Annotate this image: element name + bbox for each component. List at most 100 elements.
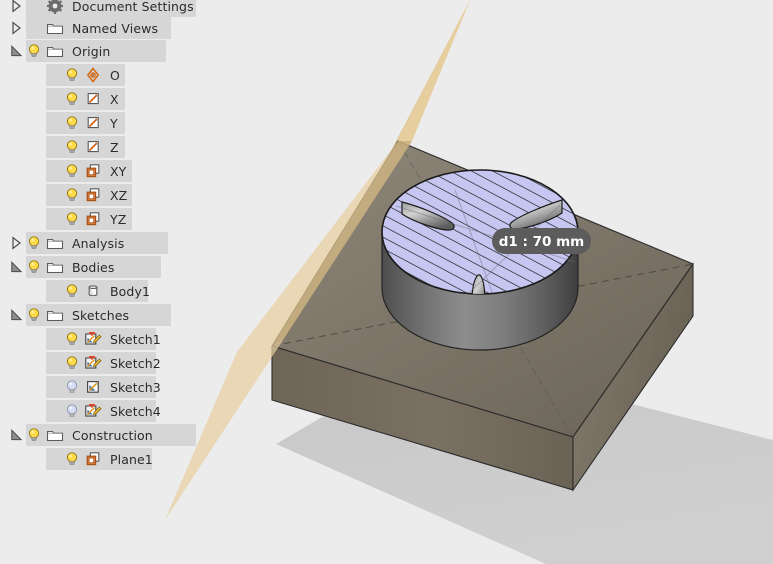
chevron-right-icon[interactable] (8, 232, 24, 254)
tree-item-document-settings[interactable]: Document Settings (0, 0, 204, 17)
sketch-edit-icon (82, 352, 104, 374)
tree-item-label: Body1 (110, 283, 151, 299)
lightbulb-on-icon[interactable] (62, 208, 82, 230)
folder-icon (44, 232, 66, 254)
folder-icon (44, 40, 66, 62)
tree-item-bodies[interactable]: Bodies (0, 256, 161, 278)
lightbulb-on-icon[interactable] (24, 424, 44, 446)
chevron-right-icon[interactable] (8, 0, 24, 17)
tree-item-label: Sketch1 (110, 331, 161, 347)
sketch-icon (82, 376, 104, 398)
dimension-tooltip-label: d1 : 70 mm (499, 234, 584, 250)
tree-item-label: X (110, 91, 119, 107)
sketch-edit-icon (82, 400, 104, 422)
tree-item-o[interactable]: O (0, 64, 130, 86)
browser-tree-panel[interactable]: Document Settings Named Views Origin O X Y Z XY… (0, 0, 205, 564)
tree-item-sketch3[interactable]: Sketch3 (0, 376, 171, 398)
tree-item-label: Bodies (72, 259, 115, 275)
folder-icon (44, 304, 66, 326)
tree-item-label: Sketch4 (110, 403, 161, 419)
lightbulb-on-icon[interactable] (24, 304, 44, 326)
tree-item-label: Named Views (72, 20, 159, 36)
plane-icon (82, 208, 104, 230)
plane-icon (82, 448, 104, 470)
tree-item-label: O (110, 67, 120, 83)
tree-item-construction[interactable]: Construction (0, 424, 196, 446)
axis-icon (82, 88, 104, 110)
cad-application-window: d1 : 70 mm Document Settings Named Views O… (0, 0, 773, 564)
lightbulb-on-icon[interactable] (24, 40, 44, 62)
tree-item-label: YZ (110, 211, 127, 227)
tree-item-y[interactable]: Y (0, 112, 128, 134)
origin-point-icon (82, 64, 104, 86)
axis-icon (82, 136, 104, 158)
plane-icon (82, 184, 104, 206)
lightbulb-off-icon[interactable] (62, 400, 82, 422)
chevron-down-icon[interactable] (8, 424, 24, 446)
folder-icon (44, 424, 66, 446)
gear-icon (44, 0, 66, 17)
tree-item-label: Sketch3 (110, 379, 161, 395)
body-icon (82, 280, 104, 302)
lightbulb-on-icon[interactable] (24, 232, 44, 254)
tree-item-sketch1[interactable]: Sketch1 (0, 328, 171, 350)
tree-item-xy[interactable]: XY (0, 160, 136, 182)
sketch-edit-icon (82, 328, 104, 350)
lightbulb-on-icon[interactable] (24, 256, 44, 278)
lightbulb-on-icon[interactable] (62, 328, 82, 350)
tree-item-sketch2[interactable]: Sketch2 (0, 352, 171, 374)
lightbulb-on-icon[interactable] (62, 136, 82, 158)
lightbulb-on-icon[interactable] (62, 184, 82, 206)
chevron-right-icon[interactable] (8, 17, 24, 39)
tree-item-label: Construction (72, 427, 153, 443)
tree-item-label: Y (110, 115, 118, 131)
tree-item-origin[interactable]: Origin (0, 40, 166, 62)
folder-icon (44, 256, 66, 278)
tree-item-z[interactable]: Z (0, 136, 129, 158)
chevron-down-icon[interactable] (8, 40, 24, 62)
lightbulb-off-icon[interactable] (62, 376, 82, 398)
dimension-tooltip[interactable]: d1 : 70 mm (492, 228, 591, 254)
tree-item-label: XZ (110, 187, 128, 203)
tree-item-label: Analysis (72, 235, 125, 251)
tree-item-sketch4[interactable]: Sketch4 (0, 400, 171, 422)
tree-item-label: Z (110, 139, 119, 155)
lightbulb-on-icon[interactable] (62, 448, 82, 470)
tree-item-yz[interactable]: YZ (0, 208, 136, 230)
tree-item-label: XY (110, 163, 127, 179)
lightbulb-on-icon[interactable] (62, 112, 82, 134)
tree-item-label: Sketches (72, 307, 130, 323)
tree-item-named-views[interactable]: Named Views (0, 17, 171, 39)
tree-item-sketches[interactable]: Sketches (0, 304, 171, 326)
lightbulb-on-icon[interactable] (62, 88, 82, 110)
plane-icon (82, 160, 104, 182)
lightbulb-on-icon[interactable] (62, 160, 82, 182)
lightbulb-on-icon[interactable] (62, 280, 82, 302)
tree-item-x[interactable]: X (0, 88, 129, 110)
tree-item-xz[interactable]: XZ (0, 184, 137, 206)
chevron-down-icon[interactable] (8, 256, 24, 278)
tree-item-label: Origin (72, 43, 111, 59)
folder-icon (44, 17, 66, 39)
tree-item-label: Plane1 (110, 451, 153, 467)
tree-item-plane1[interactable]: Plane1 (0, 448, 163, 470)
lightbulb-on-icon[interactable] (62, 352, 82, 374)
lightbulb-on-icon[interactable] (62, 64, 82, 86)
tree-item-analysis[interactable]: Analysis (0, 232, 168, 254)
tree-item-label: Document Settings (72, 0, 194, 14)
tree-item-body1[interactable]: Body1 (0, 280, 160, 302)
chevron-down-icon[interactable] (8, 304, 24, 326)
